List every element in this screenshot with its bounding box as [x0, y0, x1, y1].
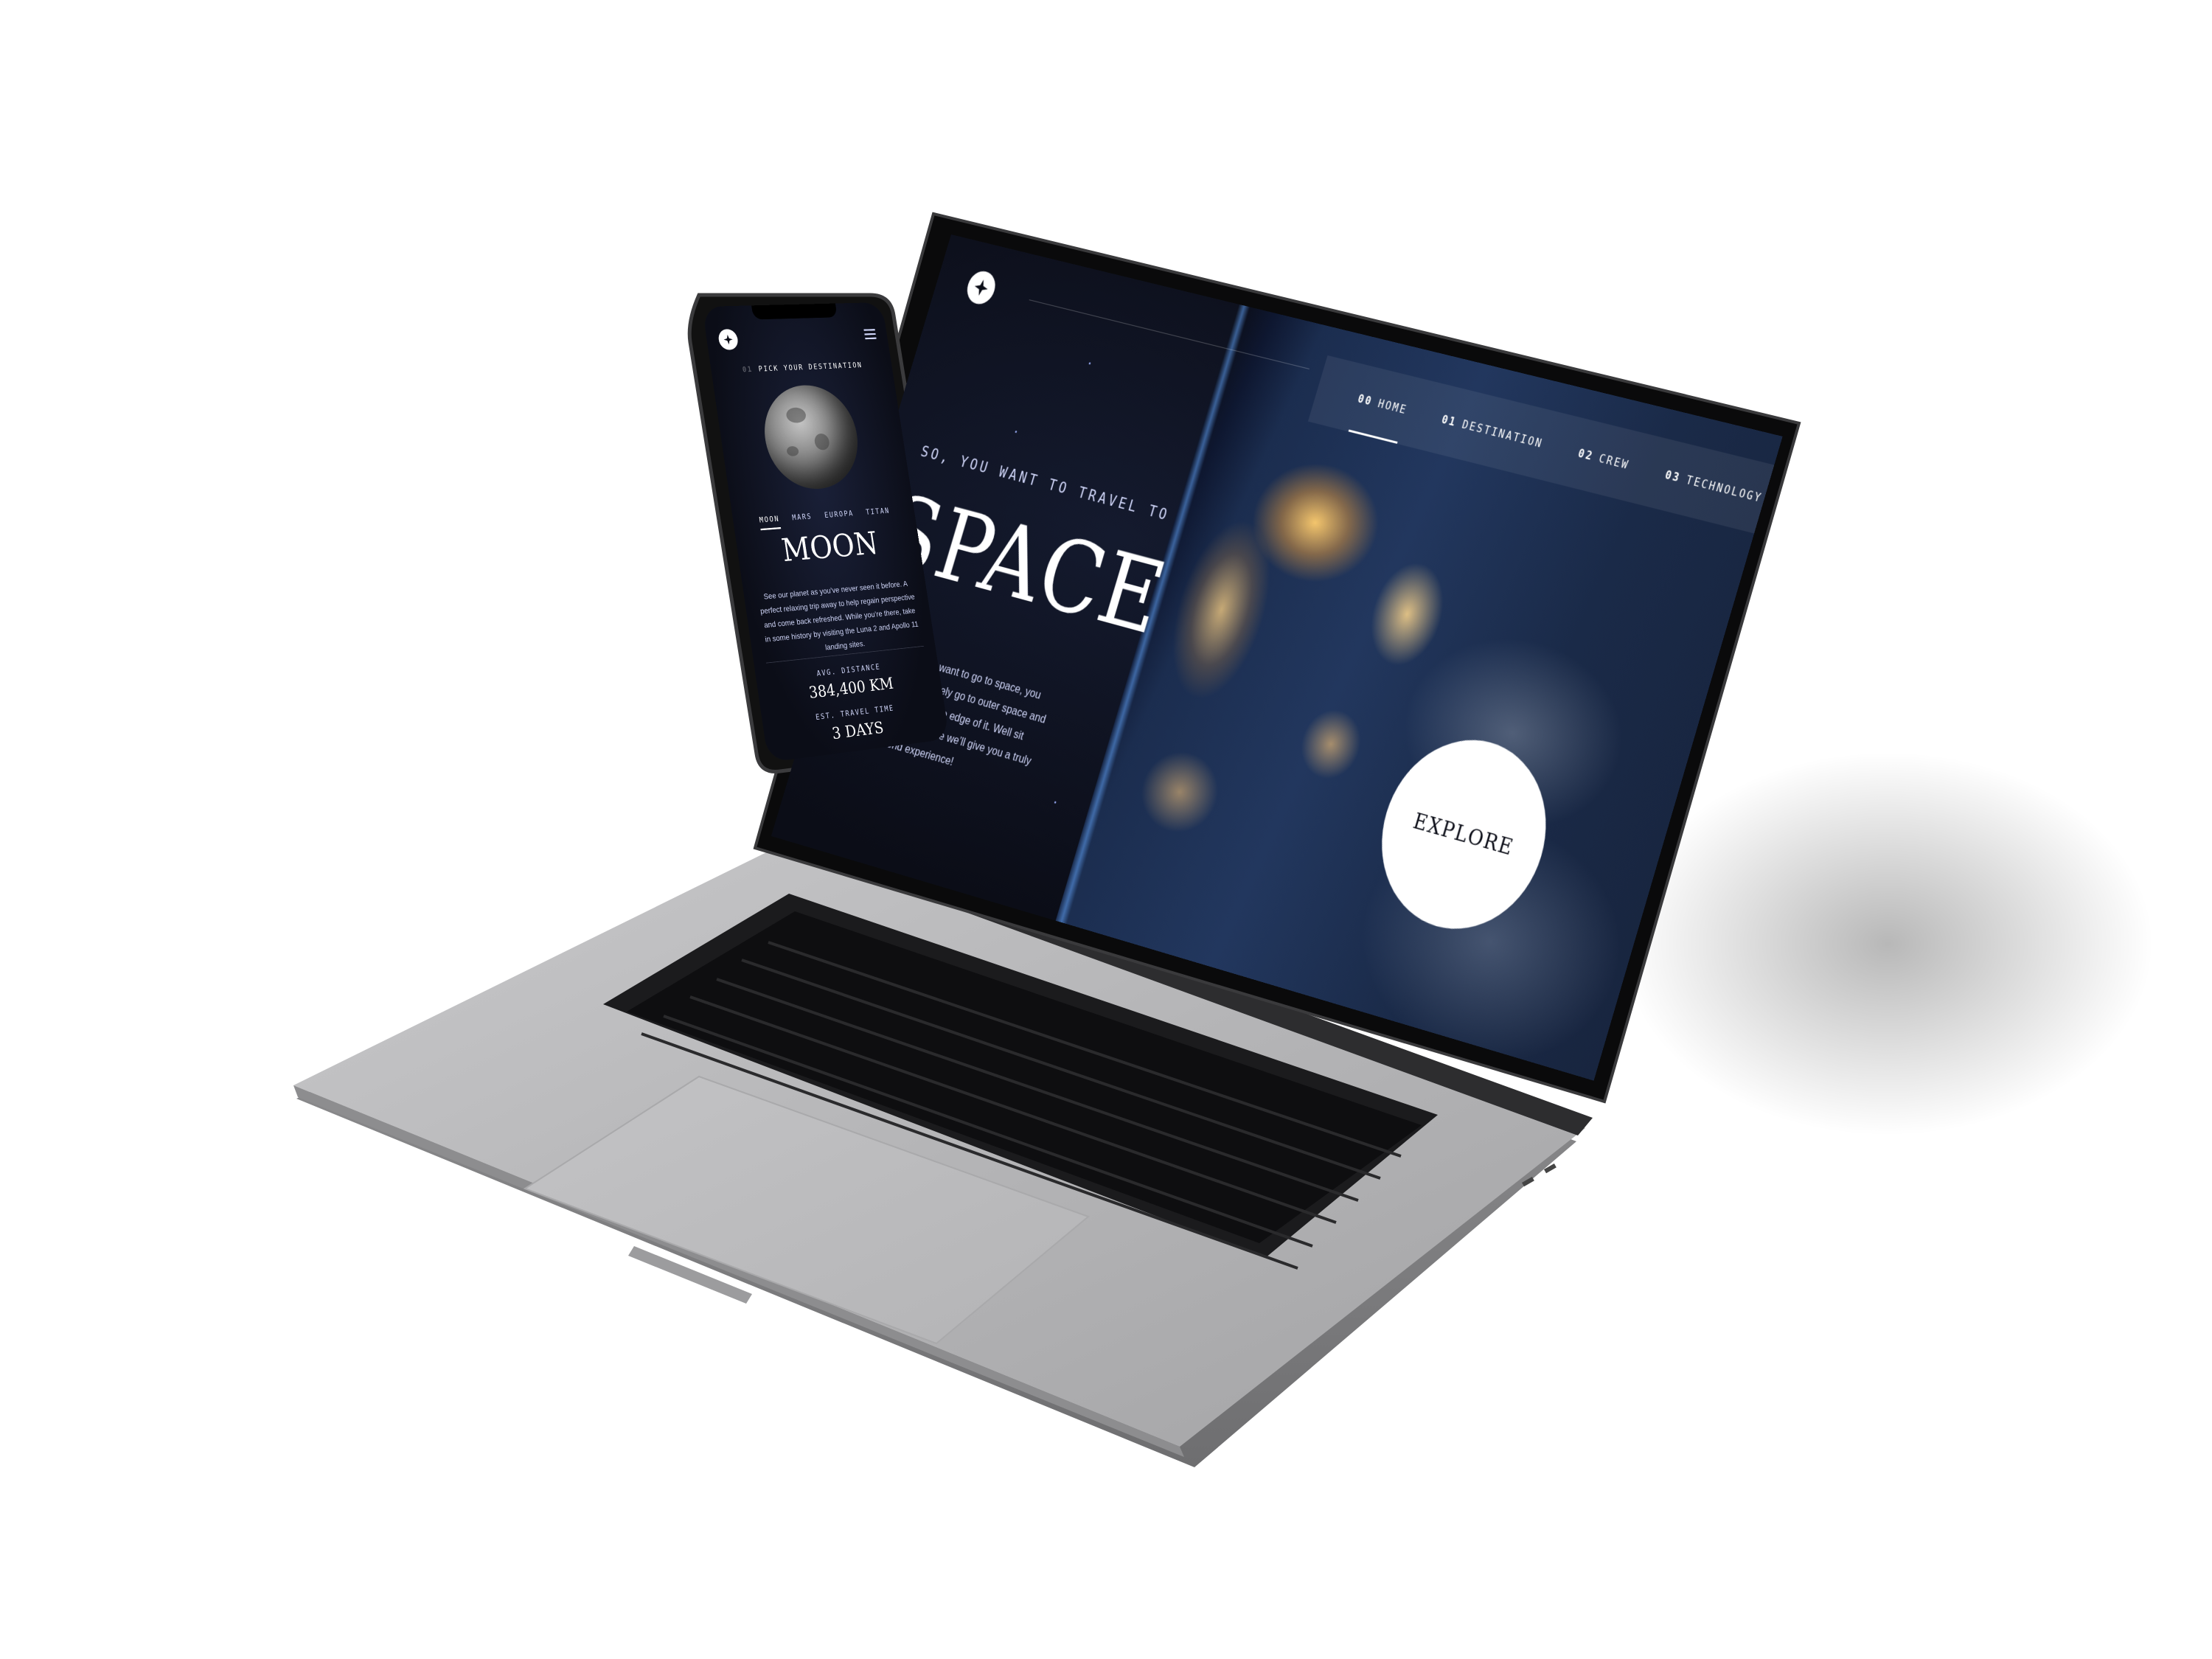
nav-label: DESTINATION: [1460, 417, 1545, 451]
page-eyebrow: 01 PICK YOUR DESTINATION: [711, 361, 892, 376]
star-dot: [1088, 362, 1091, 365]
site-logo-icon[interactable]: [717, 328, 740, 350]
nav-number: 02: [1576, 445, 1596, 464]
moon-crater: [813, 433, 831, 451]
eyebrow-label: PICK YOUR DESTINATION: [758, 361, 863, 374]
nav-number: 01: [1440, 412, 1459, 429]
site-logo-icon[interactable]: [963, 268, 999, 307]
eyebrow-number: 01: [742, 365, 754, 375]
phone-notch: [751, 303, 838, 320]
star-dot: [1015, 430, 1018, 434]
star-logo-icon: [973, 278, 990, 297]
nav-item-crew[interactable]: 02 CREW: [1568, 420, 1639, 500]
hamburger-menu-icon[interactable]: [863, 329, 877, 340]
nav-label: TECHNOLOGY: [1684, 473, 1764, 505]
nav-number: 03: [1663, 467, 1683, 485]
star-logo-icon: [723, 335, 734, 345]
menu-bar: [865, 337, 877, 340]
nav-item-home[interactable]: 00 HOME: [1349, 365, 1417, 443]
moon-crater: [786, 445, 799, 457]
nav-label: CREW: [1597, 451, 1632, 473]
star-dot: [1054, 801, 1057, 804]
menu-bar: [864, 333, 876, 335]
moon-image: [757, 383, 865, 493]
mockup-scene: 00 HOME 01 DESTINATION 02 CREW 03 TECHNOLOGY…: [0, 0, 2212, 1659]
nav-label: HOME: [1376, 396, 1409, 417]
tab-mars[interactable]: MARS: [792, 512, 814, 528]
nav-number: 00: [1356, 391, 1375, 408]
lid-shadow: [1622, 752, 2153, 1135]
moon-crater: [785, 407, 807, 424]
tab-europa[interactable]: EUROPA: [824, 509, 855, 525]
menu-bar: [863, 329, 875, 331]
tab-titan[interactable]: TITAN: [866, 507, 891, 522]
tab-moon[interactable]: MOON: [759, 515, 781, 530]
